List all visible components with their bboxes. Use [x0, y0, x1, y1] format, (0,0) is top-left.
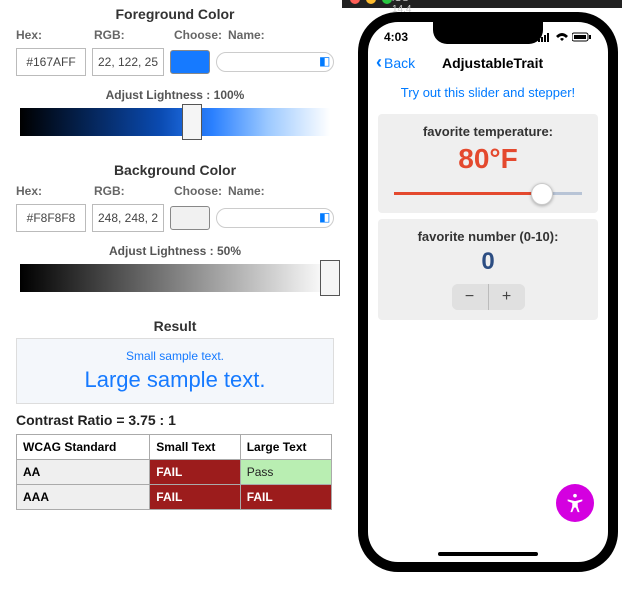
temp-slider-thumb[interactable] [531, 183, 553, 205]
sim-window-controls[interactable]: iOS 14.4 [342, 0, 622, 8]
fg-title: Foreground Color [10, 6, 340, 22]
dropdown-icon: ◧ [319, 54, 331, 70]
chevron-left-icon: ‹ [376, 52, 382, 73]
large-sample: Large sample text. [27, 367, 323, 393]
result-preview: Small sample text. Large sample text. [16, 338, 334, 404]
temp-label: favorite temperature: [388, 124, 588, 139]
bg-lightness-track[interactable] [20, 264, 330, 292]
num-label: favorite number (0-10): [388, 229, 588, 244]
bg-labels: Hex: RGB: Choose: Name: [10, 182, 340, 200]
wifi-icon [555, 32, 569, 42]
bg-lightness-label: Adjust Lightness : 50% [10, 244, 340, 258]
stepper-plus[interactable]: + [489, 284, 525, 310]
nav-title: AdjustableTrait [385, 55, 600, 71]
table-row: AAA FAIL FAIL [17, 485, 332, 510]
bg-lightness-thumb[interactable] [320, 260, 340, 296]
accessibility-fab[interactable] [556, 484, 594, 522]
temperature-card: favorite temperature: 80°F [378, 114, 598, 213]
bg-hex-input[interactable]: #F8F8F8 [16, 204, 86, 232]
zoom-icon[interactable] [382, 0, 392, 4]
result-title: Result [10, 318, 340, 334]
close-icon[interactable] [350, 0, 360, 4]
device-frame: 4:03 ‹ Back AdjustableTrait Try out this… [358, 12, 618, 572]
contrast-ratio: Contrast Ratio = 3.75 : 1 [16, 412, 334, 428]
battery-icon [572, 32, 592, 42]
fg-rgb-input[interactable]: 22, 122, 25 [92, 48, 164, 76]
bg-name-select[interactable]: ◧ [216, 208, 334, 228]
number-stepper[interactable]: − + [452, 284, 525, 310]
bg-rgb-input[interactable]: 248, 248, 2 [92, 204, 164, 232]
home-indicator[interactable] [438, 552, 538, 556]
fg-lightness-thumb[interactable] [182, 104, 202, 140]
number-card: favorite number (0-10): 0 − + [378, 219, 598, 320]
bg-title: Background Color [10, 162, 340, 178]
stepper-minus[interactable]: − [452, 284, 488, 310]
ios-version: iOS 14.4 [392, 0, 402, 3]
fg-labels: Hex: RGB: Choose: Name: [10, 26, 340, 44]
fg-lightness-track[interactable] [20, 108, 330, 136]
small-sample: Small sample text. [27, 349, 323, 363]
status-time: 4:03 [384, 30, 408, 44]
temp-value: 80°F [388, 143, 588, 175]
accessibility-icon [564, 492, 586, 514]
instruction-text: Try out this slider and stepper! [368, 77, 608, 108]
dropdown-icon: ◧ [319, 210, 331, 226]
device-notch [433, 22, 543, 44]
temp-slider[interactable] [394, 183, 582, 203]
num-value: 0 [388, 248, 588, 276]
minimize-icon[interactable] [366, 0, 376, 4]
fg-swatch[interactable] [170, 50, 210, 74]
fg-hex-input[interactable]: #167AFF [16, 48, 86, 76]
bg-swatch[interactable] [170, 206, 210, 230]
fg-lightness-label: Adjust Lightness : 100% [10, 88, 340, 102]
wcag-table: WCAG Standard Small Text Large Text AA F… [16, 434, 332, 510]
table-row: AA FAIL Pass [17, 460, 332, 485]
fg-name-select[interactable]: ◧ [216, 52, 334, 72]
